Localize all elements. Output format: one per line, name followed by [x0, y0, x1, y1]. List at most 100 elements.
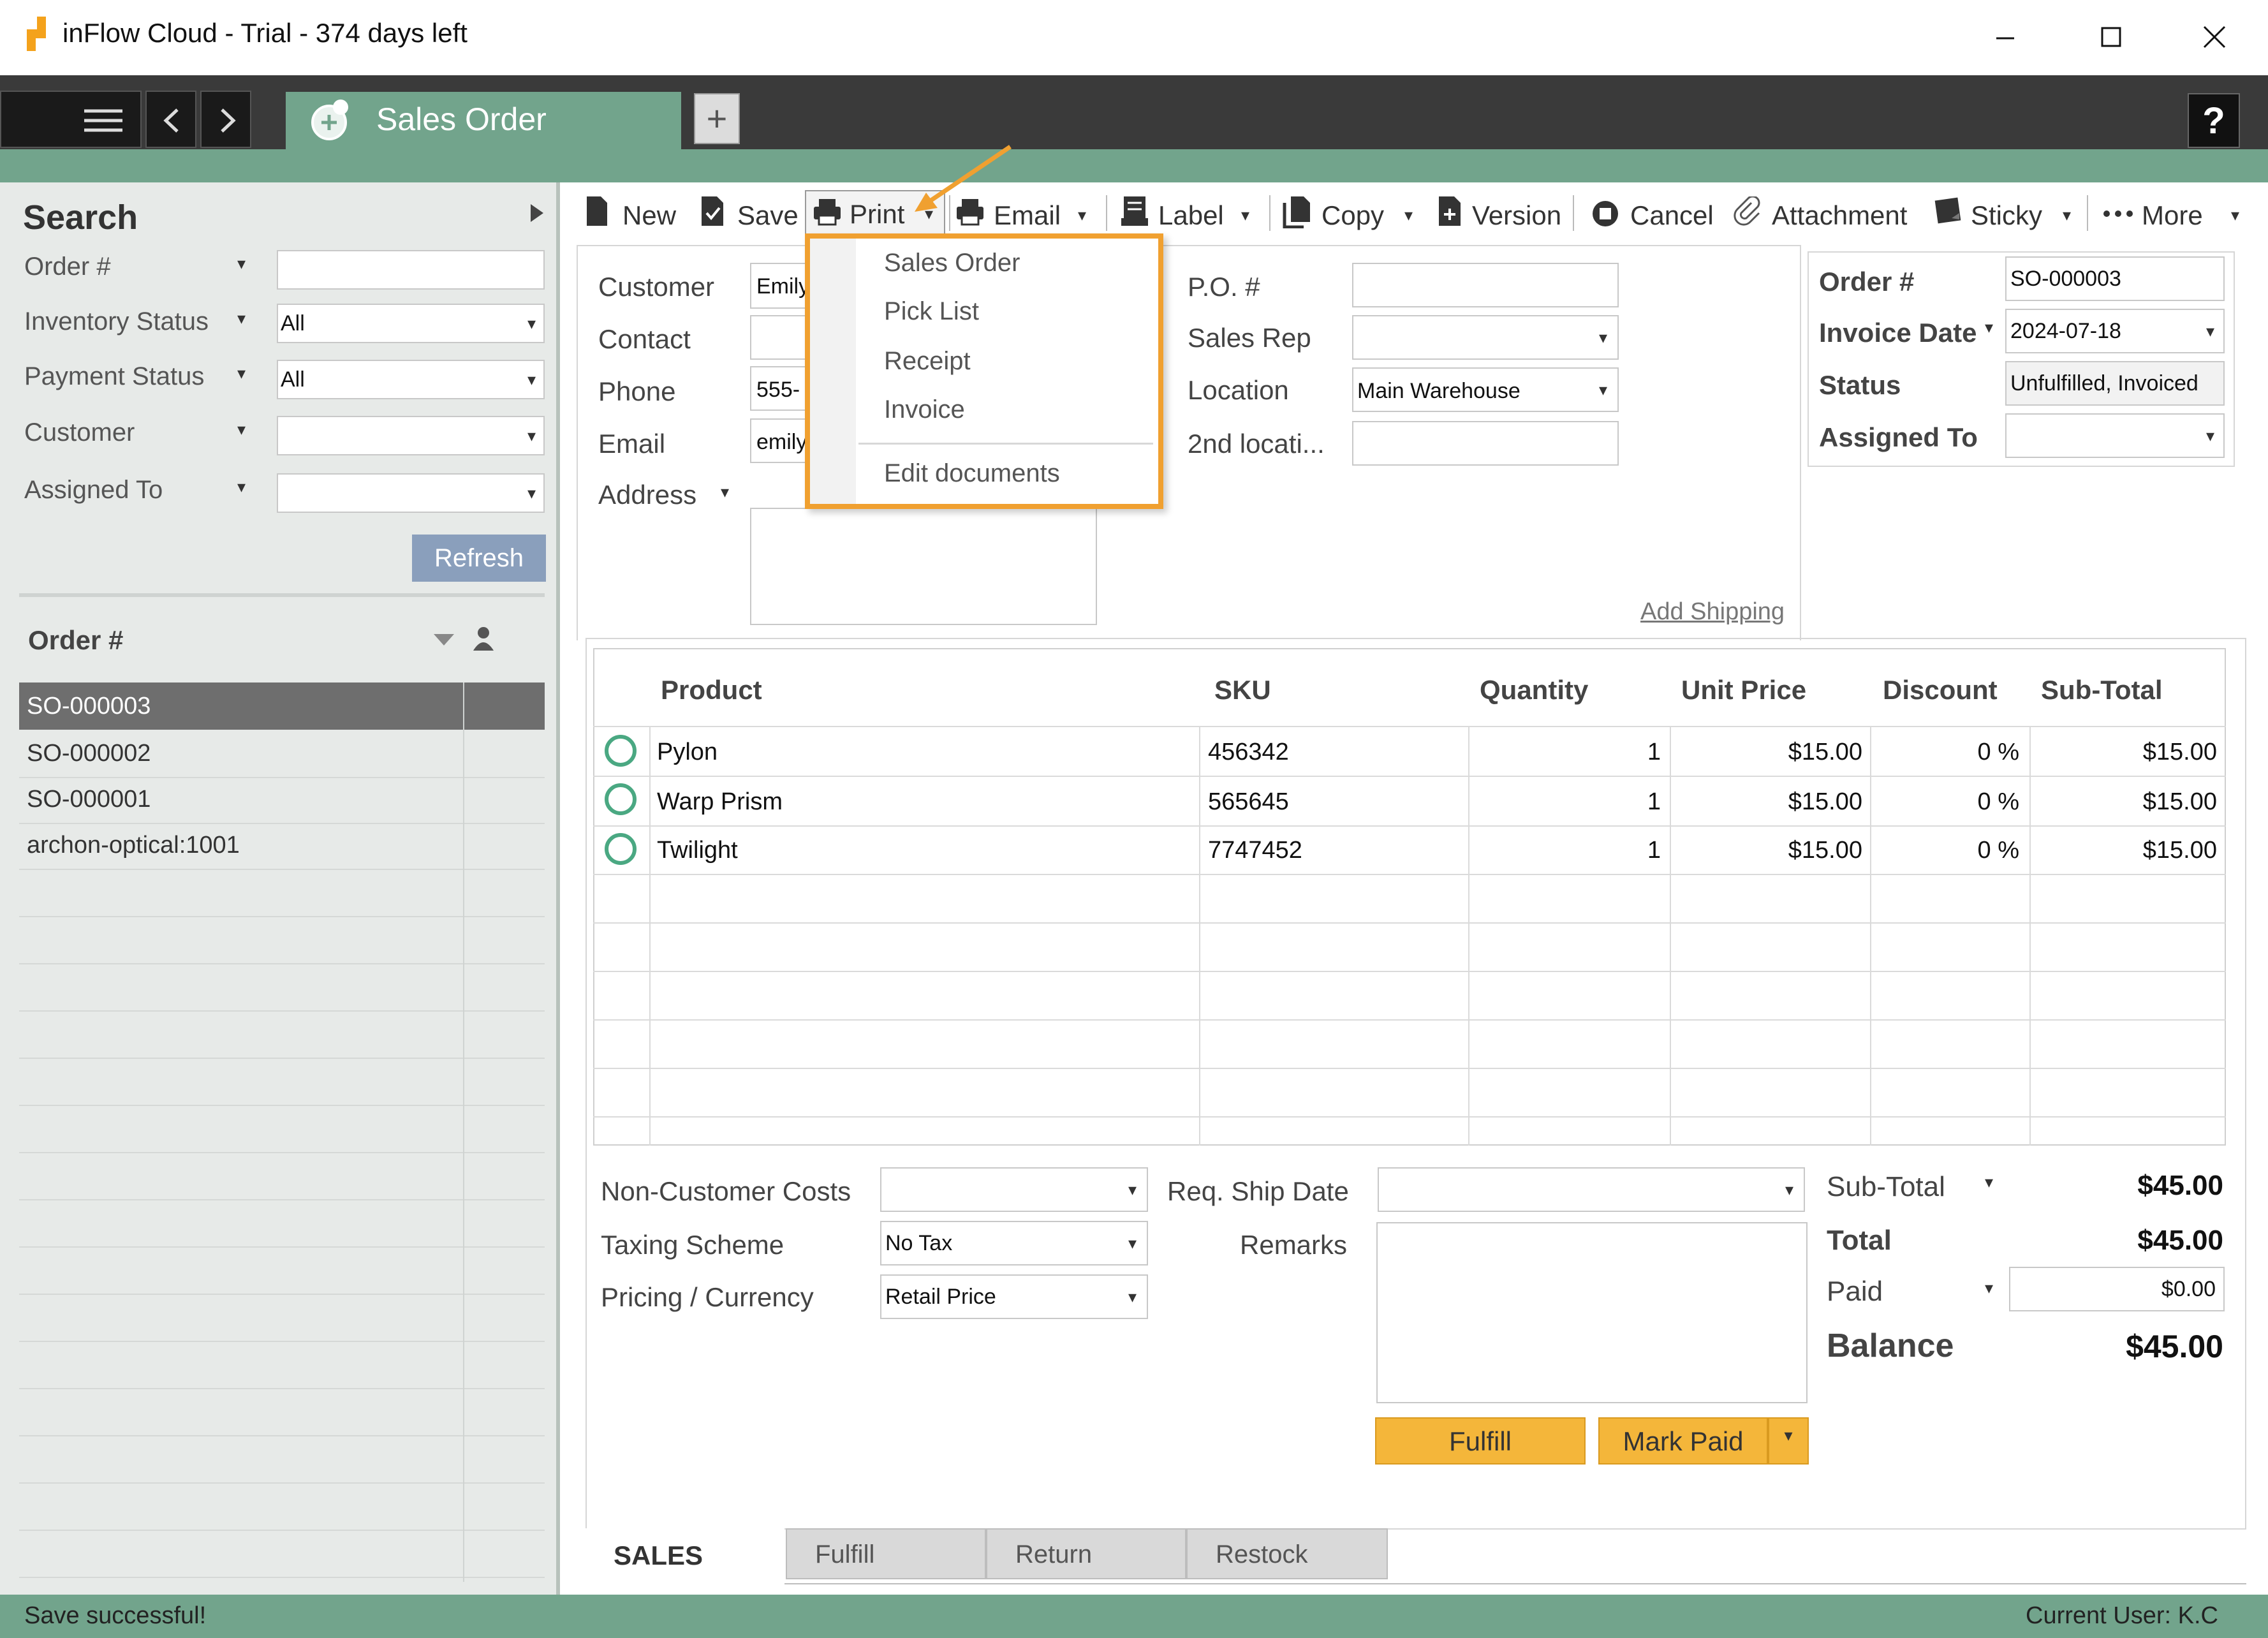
cell-product[interactable]: Twilight — [657, 837, 738, 864]
cell-quantity[interactable]: 1 — [1469, 739, 1661, 766]
tab-fulfill[interactable]: Fulfill — [786, 1528, 986, 1579]
assigned-to-select[interactable]: ▾ — [2005, 413, 2225, 458]
add-shipping-link[interactable]: Add Shipping — [1640, 598, 1785, 626]
cell-sku[interactable]: 565645 — [1208, 788, 1289, 816]
version-button[interactable]: Version — [1434, 193, 1561, 235]
payment-status-filter-caret-icon[interactable]: ▾ — [237, 364, 246, 383]
column-header-unit-price[interactable]: Unit Price — [1681, 675, 1806, 705]
po-input[interactable] — [1352, 263, 1619, 307]
address-textarea[interactable] — [750, 508, 1097, 625]
label-button[interactable]: Label ▾ — [1117, 193, 1260, 235]
search-inventory-status-select[interactable]: All ▾ — [277, 304, 545, 343]
paid-input[interactable]: $0.00 — [2009, 1267, 2225, 1311]
column-header-product[interactable]: Product — [661, 675, 762, 705]
row-select-radio-icon[interactable] — [605, 735, 637, 767]
row-select-radio-icon[interactable] — [605, 833, 637, 865]
mark-paid-button[interactable]: Mark Paid — [1598, 1417, 1768, 1465]
phone-input[interactable]: 555- — [750, 366, 807, 411]
new-button[interactable]: New — [582, 193, 684, 235]
order-list-item-selected[interactable]: SO-000003 — [19, 682, 545, 730]
main-menu-button[interactable] — [0, 91, 142, 148]
minimize-button[interactable] — [1992, 26, 2018, 51]
location-select[interactable]: Main Warehouse ▾ — [1352, 367, 1619, 412]
inventory-status-filter-caret-icon[interactable]: ▾ — [237, 309, 246, 328]
order-list-item[interactable]: SO-000002 — [19, 731, 545, 778]
sales-rep-select[interactable]: ▾ — [1352, 315, 1619, 360]
tab-return[interactable]: Return — [986, 1528, 1186, 1579]
column-header-subtotal[interactable]: Sub-Total — [2041, 675, 2163, 705]
cell-sku[interactable]: 7747452 — [1208, 837, 1302, 864]
remarks-textarea[interactable] — [1376, 1222, 1808, 1403]
customer-filter-caret-icon[interactable]: ▾ — [237, 420, 246, 439]
cell-quantity[interactable]: 1 — [1469, 788, 1661, 816]
column-header-quantity[interactable]: Quantity — [1480, 675, 1588, 705]
taxing-scheme-select[interactable]: No Tax ▾ — [880, 1221, 1148, 1265]
email-input[interactable]: emily — [750, 418, 807, 463]
tab-sales[interactable]: SALES — [585, 1528, 784, 1584]
attachment-button[interactable]: Attachment — [1730, 193, 1921, 235]
paid-caret-icon[interactable]: ▾ — [1985, 1278, 1993, 1298]
cell-product[interactable]: Pylon — [657, 739, 718, 766]
order-list-item[interactable]: SO-000001 — [19, 777, 545, 824]
cancel-circle-icon — [1593, 201, 1618, 226]
search-payment-status-select[interactable]: All ▾ — [277, 360, 545, 399]
order-list-header[interactable]: Order # — [28, 625, 123, 656]
mark-paid-dropdown-button[interactable]: ▾ — [1768, 1417, 1809, 1465]
column-header-sku[interactable]: SKU — [1214, 675, 1271, 705]
order-list-empty-row — [19, 1059, 545, 1106]
cell-unit-price[interactable]: $15.00 — [1671, 837, 1862, 864]
back-button[interactable] — [145, 91, 196, 148]
cell-product[interactable]: Warp Prism — [657, 788, 783, 816]
user-filter-icon[interactable] — [471, 625, 496, 653]
forward-button[interactable] — [200, 91, 251, 148]
date-type-caret-icon[interactable]: ▾ — [1985, 318, 1993, 337]
sticky-button[interactable]: Sticky ▾ — [1930, 193, 2083, 235]
print-menu-item-invoice[interactable]: Invoice — [884, 395, 965, 424]
more-button[interactable]: More ▾ — [2098, 193, 2251, 235]
search-assigned-to-select[interactable]: ▾ — [277, 473, 545, 513]
cell-unit-price[interactable]: $15.00 — [1671, 739, 1862, 766]
print-menu-edit-documents[interactable]: Edit documents — [884, 459, 1060, 488]
search-order-no-input[interactable] — [277, 250, 545, 290]
refresh-button[interactable]: Refresh — [412, 535, 546, 582]
print-menu-item-pick-list[interactable]: Pick List — [884, 297, 979, 326]
sort-arrow-icon[interactable] — [432, 631, 455, 648]
cell-unit-price[interactable]: $15.00 — [1671, 788, 1862, 816]
customer-input[interactable]: Emily — [750, 263, 809, 309]
new-tab-button[interactable]: + — [694, 93, 740, 144]
order-list-empty-row — [19, 1200, 545, 1248]
search-customer-select[interactable]: ▾ — [277, 416, 545, 455]
assigned-to-filter-caret-icon[interactable]: ▾ — [237, 477, 246, 497]
save-button[interactable]: Save — [696, 193, 799, 235]
tab-restock[interactable]: Restock — [1186, 1528, 1388, 1579]
req-ship-date-picker[interactable]: ▾ — [1378, 1167, 1805, 1212]
cell-sku[interactable]: 456342 — [1208, 739, 1289, 766]
cell-discount[interactable]: 0 % — [1871, 837, 2019, 864]
cancel-button[interactable]: Cancel — [1588, 193, 1716, 235]
order-no-input[interactable]: SO-000003 — [2005, 256, 2225, 301]
maximize-button[interactable] — [2098, 24, 2124, 50]
cell-discount[interactable]: 0 % — [1871, 739, 2019, 766]
subtotal-caret-icon[interactable]: ▾ — [1985, 1172, 1993, 1192]
close-window-button[interactable] — [2200, 23, 2228, 51]
address-type-caret-icon[interactable]: ▾ — [721, 482, 729, 502]
row-select-radio-icon[interactable] — [605, 783, 637, 815]
contact-input[interactable] — [750, 315, 807, 360]
print-menu-item-sales-order[interactable]: Sales Order — [884, 249, 1020, 277]
second-location-input[interactable] — [1352, 421, 1619, 466]
help-button[interactable]: ? — [2188, 93, 2240, 148]
order-no-filter-caret-icon[interactable]: ▾ — [237, 254, 246, 274]
app-logo-icon — [24, 17, 54, 52]
copy-button[interactable]: Copy ▾ — [1279, 193, 1422, 235]
order-list-item[interactable]: archon-optical:1001 — [19, 823, 545, 870]
column-header-discount[interactable]: Discount — [1883, 675, 1998, 705]
cell-discount[interactable]: 0 % — [1871, 788, 2019, 816]
invoice-date-picker[interactable]: 2024-07-18 ▾ — [2005, 309, 2225, 353]
non-customer-costs-select[interactable]: ▾ — [880, 1167, 1148, 1212]
cell-subtotal: $15.00 — [2142, 739, 2217, 765]
print-menu-item-receipt[interactable]: Receipt — [884, 347, 971, 376]
pricing-currency-select[interactable]: Retail Price ▾ — [880, 1274, 1148, 1319]
cell-quantity[interactable]: 1 — [1469, 837, 1661, 864]
fulfill-button[interactable]: Fulfill — [1375, 1417, 1586, 1465]
collapse-panel-arrow-icon[interactable] — [527, 202, 546, 225]
